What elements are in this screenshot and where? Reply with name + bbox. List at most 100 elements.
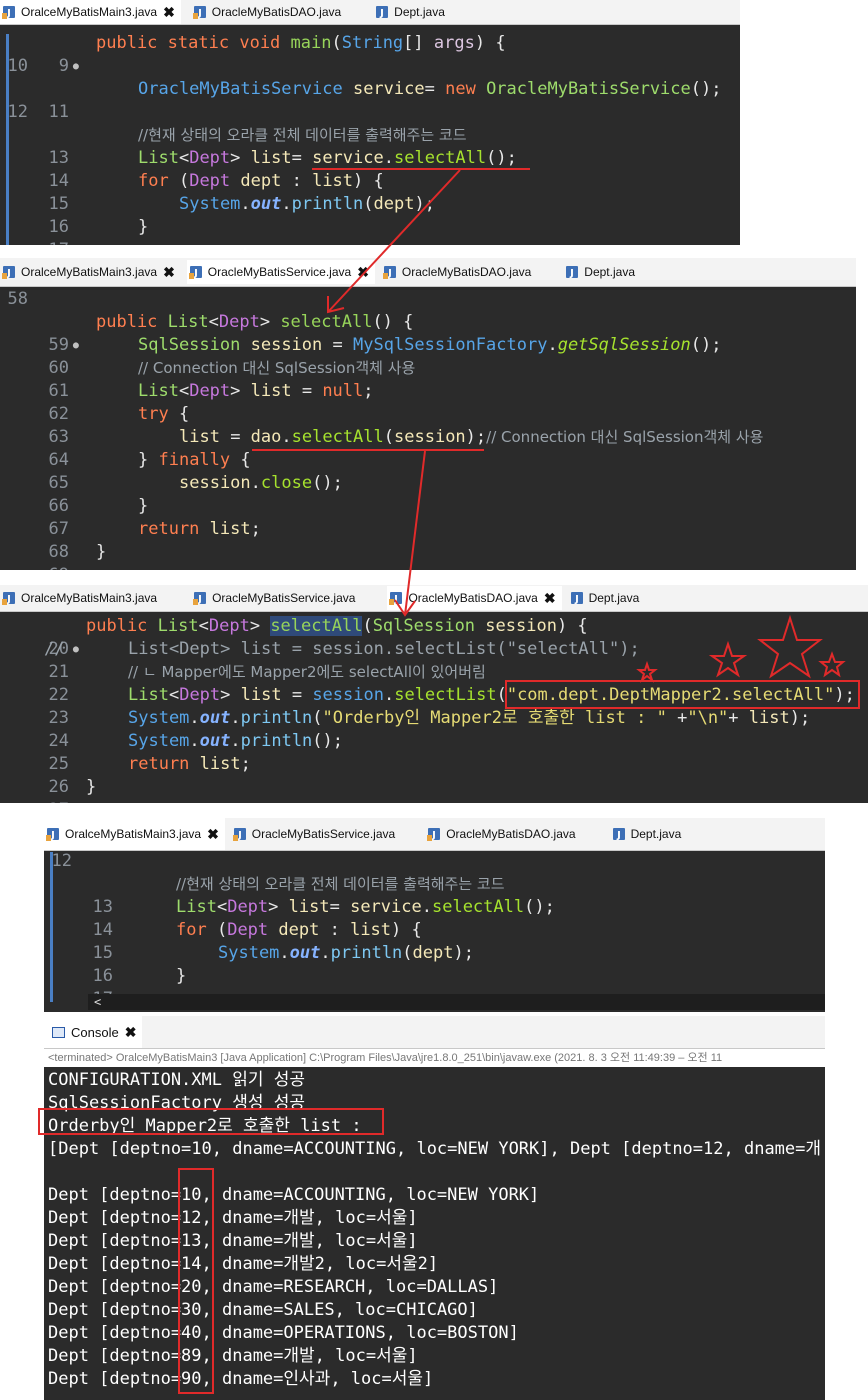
java-file-icon: J	[46, 827, 60, 841]
code-line: 24 System.out.println("Orderby인 Mapper2로 …	[48, 708, 811, 751]
tab-dept[interactable]: J Dept.java	[563, 260, 641, 284]
console-line: [Dept [deptno=10, dname=ACCOUNTING, loc=…	[48, 1139, 822, 1159]
code-line: 68 return list;	[48, 519, 261, 562]
tab-label: OralceMyBatisMain3.java	[65, 827, 202, 841]
java-file-icon: J	[375, 5, 389, 19]
console-line: Dept [deptno=40, dname=OPERATIONS, loc=B…	[48, 1323, 519, 1343]
annotation-box-console-header	[38, 1108, 384, 1135]
tab-label: OracleMyBatisDAO.java	[401, 265, 532, 279]
tab-dept[interactable]: J Dept.java	[373, 0, 451, 24]
tab-oracle-mybatis-service[interactable]: J OracleMyBatisService.java	[231, 822, 401, 846]
code-line: 10	[7, 56, 28, 76]
editor-tabbar: J OralceMyBatisMain3.java ✖ J OracleMyBa…	[0, 0, 740, 25]
close-icon[interactable]: ✖	[163, 4, 175, 21]
tab-oralce-mybatis-main3[interactable]: J OralceMyBatisMain3.java ✖	[0, 0, 181, 24]
tab-label: OralceMyBatisMain3.java	[21, 591, 158, 605]
editor-tabbar: J OralceMyBatisMain3.java J OracleMyBati…	[0, 585, 868, 612]
code-line: 67}	[48, 496, 149, 539]
editor-tabbar: J OralceMyBatisMain3.java ✖ J OracleMyBa…	[0, 258, 856, 287]
tab-label: OralceMyBatisMain3.java	[21, 5, 158, 19]
java-file-icon: J	[382, 265, 397, 279]
console-line: Dept [deptno=14, dname=개발2, loc=서울2]	[48, 1254, 439, 1274]
console-line: Dept [deptno=90, dname=인사과, loc=서울]	[48, 1369, 434, 1389]
console-status: <terminated> OralceMyBatisMain3 [Java Ap…	[44, 1049, 825, 1067]
close-icon[interactable]: ✖	[207, 826, 219, 843]
java-file-icon: J	[192, 5, 207, 19]
close-icon[interactable]: ✖	[357, 264, 369, 281]
tab-oracle-mybatis-dao[interactable]: J OracleMyBatisDAO.java	[381, 260, 537, 284]
close-icon[interactable]: ✖	[125, 1024, 137, 1041]
java-file-icon: J	[2, 265, 16, 279]
tab-console[interactable]: Console ✖	[44, 1016, 143, 1048]
code-line: 16 System.out.println(dept);	[48, 194, 435, 237]
java-file-icon: J	[188, 265, 203, 279]
horizontal-scrollbar[interactable]: <	[88, 994, 825, 1010]
code-line: 15 for (Dept dept : list) {	[92, 920, 422, 963]
code-line: 14 List<Dept> list= service.selectAll();	[48, 148, 517, 191]
console-line: Dept [deptno=13, dname=개발, loc=서울]	[48, 1231, 418, 1251]
code-line: 69}	[48, 542, 107, 570]
console-tabbar: Console ✖	[44, 1016, 825, 1049]
tab-label: Dept.java	[588, 591, 640, 605]
code-line: 66 session.close();	[48, 473, 343, 516]
code-line: 15 for (Dept dept : list) {	[48, 171, 384, 214]
code-line: 63 try {	[48, 404, 190, 447]
code-line: 12	[7, 102, 28, 122]
code-line: 12	[51, 851, 72, 871]
console-line: Dept [deptno=30, dname=SALES, loc=CHICAG…	[48, 1300, 478, 1320]
tab-oralce-mybatis-main3[interactable]: J OralceMyBatisMain3.java	[0, 586, 163, 610]
editor-panel-main: J OralceMyBatisMain3.java ✖ J OracleMyBa…	[0, 0, 740, 245]
code-line: 13//현재 상태의 오라클 전체 데이터를 출력해주는 코드	[92, 875, 505, 917]
tab-dept[interactable]: J Dept.java	[610, 822, 688, 846]
code-line: 27}	[48, 777, 97, 803]
code-line: 65} finally {	[48, 450, 251, 493]
tab-oracle-mybatis-dao[interactable]: J OracleMyBatisDAO.java	[425, 822, 581, 846]
tab-oracle-mybatis-dao[interactable]: J OracleMyBatisDAO.java	[191, 0, 347, 24]
console-icon	[52, 1026, 65, 1038]
java-file-icon: J	[2, 591, 16, 605]
console-line: CONFIGURATION.XML 읽기 성공	[48, 1070, 306, 1090]
code-line: 60 SqlSession session = MySqlSessionFacto…	[48, 335, 722, 378]
annotation-box-deptno-column	[178, 1168, 214, 1394]
tab-label: Dept.java	[584, 265, 635, 279]
scroll-left-icon[interactable]: <	[88, 995, 101, 1009]
code-line: 26 return list;	[48, 754, 251, 797]
close-icon[interactable]: ✖	[163, 264, 175, 281]
tab-label: Dept.java	[630, 827, 682, 841]
console-line: Dept [deptno=20, dname=RESEARCH, loc=DAL…	[48, 1277, 499, 1297]
tab-oracle-mybatis-dao[interactable]: J OracleMyBatisDAO.java ✖	[387, 586, 562, 610]
editor-panel-service: J OralceMyBatisMain3.java ✖ J OracleMyBa…	[0, 258, 856, 570]
code-line: 59 ● public List<Dept> selectAll() {	[48, 312, 414, 355]
annotation-box-mapper-string	[505, 680, 860, 709]
java-file-icon: J	[232, 827, 247, 841]
tab-oralce-mybatis-main3[interactable]: J OralceMyBatisMain3.java ✖	[0, 260, 181, 284]
java-file-icon: J	[570, 591, 584, 605]
tab-label: OracleMyBatisDAO.java	[446, 827, 576, 841]
code-line: 17}	[48, 217, 149, 245]
code-line: 16 System.out.println(dept);	[92, 943, 474, 986]
tab-dept[interactable]: J Dept.java	[568, 586, 646, 610]
tab-label: Console	[71, 1024, 119, 1040]
console-line: Dept [deptno=12, dname=개발, loc=서울]	[48, 1208, 418, 1228]
tab-oracle-mybatis-service[interactable]: J OracleMyBatisService.java ✖	[186, 260, 375, 284]
code-line: 14 List<Dept> list= service.selectAll();	[92, 897, 555, 940]
tab-label: OracleMyBatisService.java	[251, 827, 396, 841]
svg-text:J: J	[574, 594, 579, 605]
java-file-icon: J	[427, 827, 441, 841]
console-line: Dept [deptno=89, dname=개발, loc=서울]	[48, 1346, 418, 1366]
console-view: Console ✖ <terminated> OralceMyBatisMain…	[44, 1016, 825, 1400]
close-icon[interactable]: ✖	[544, 590, 556, 607]
tab-label: OracleMyBatisDAO.java	[211, 5, 342, 19]
tab-label: OracleMyBatisDAO.java	[408, 591, 538, 605]
editor-panel-main-bottom: J OralceMyBatisMain3.java ✖ J OracleMyBa…	[44, 818, 825, 1012]
java-file-icon: J	[565, 265, 579, 279]
tab-oralce-mybatis-main3[interactable]: J OralceMyBatisMain3.java ✖	[44, 818, 225, 850]
code-line: 20 ● public List<Dept> selectAll(SqlSessio…	[48, 616, 588, 659]
code-line: 62 List<Dept> list = null;	[48, 381, 374, 424]
tab-oracle-mybatis-service[interactable]: J OracleMyBatisService.java	[191, 586, 361, 610]
code-line: 58	[7, 289, 28, 309]
code-line: 64 list = dao.selectAll(session);// Conne…	[48, 427, 764, 470]
svg-text:J: J	[569, 268, 574, 279]
code-line: 11 OracleMyBatisService service= new Orac…	[48, 79, 722, 122]
code-line: 25 System.out.println();	[48, 731, 344, 774]
